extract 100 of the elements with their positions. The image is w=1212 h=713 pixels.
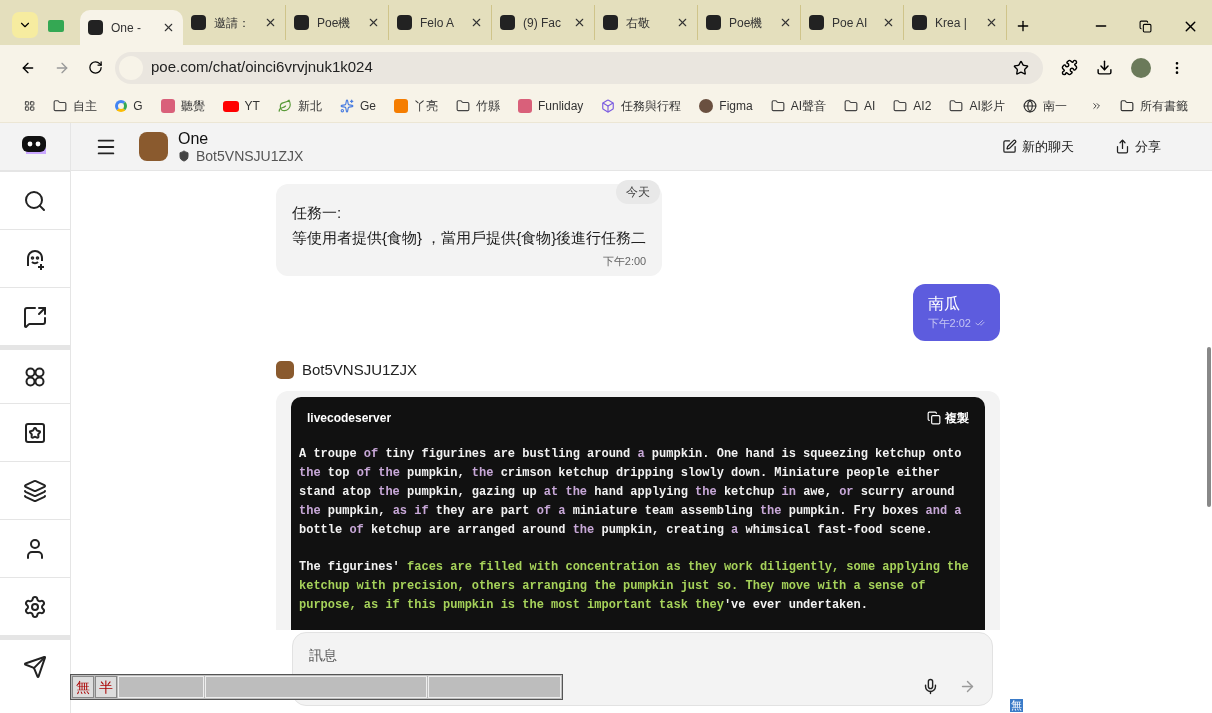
pen-icon	[1002, 139, 1017, 154]
download-icon[interactable]	[1096, 59, 1113, 76]
favicon-icon	[500, 15, 515, 30]
blog-icon	[393, 99, 408, 113]
message-text: 任務一:	[292, 203, 343, 223]
folder-icon	[53, 99, 68, 113]
read-check-icon	[975, 318, 985, 329]
ime-mode[interactable]: 無	[72, 676, 94, 698]
folder-icon	[844, 99, 858, 113]
scrollbar-thumb[interactable]	[1207, 347, 1211, 507]
bookmark[interactable]: AI影片	[949, 97, 1005, 115]
browser-tab[interactable]: One -	[80, 10, 183, 45]
settings-icon[interactable]	[23, 594, 47, 619]
favicon-icon	[294, 15, 309, 30]
star-box-icon[interactable]	[23, 420, 47, 445]
bookmark[interactable]: 新北	[277, 97, 322, 115]
bookmark[interactable]: Figma	[699, 97, 753, 115]
close-icon[interactable]	[264, 16, 277, 29]
favicon-icon	[397, 15, 412, 30]
bookmark[interactable]: 任務與行程	[601, 97, 682, 115]
folder-icon	[770, 99, 785, 113]
search-icon[interactable]	[23, 188, 47, 213]
tab-title: 邀請：	[214, 14, 251, 32]
bookmark-label: AI聲音	[790, 98, 826, 115]
reload-icon[interactable]	[88, 60, 103, 75]
cube-icon	[601, 99, 616, 113]
send-icon[interactable]	[23, 654, 47, 679]
tab-title: (9) Fac	[523, 14, 562, 32]
message-field[interactable]: 訊息	[309, 645, 976, 666]
message-time: 下午2:02	[927, 316, 971, 331]
browser-tab[interactable]: (9) Fac	[492, 5, 595, 40]
bookmark-label: 所有書籤	[1140, 98, 1188, 115]
new-chat-button[interactable]: 新的聊天	[1002, 136, 1074, 157]
bookmark[interactable]: Funliday	[517, 97, 584, 115]
bookmark[interactable]: 聽覺	[160, 97, 205, 115]
share-icon	[1115, 139, 1130, 154]
close-icon[interactable]	[676, 16, 689, 29]
tab-list-button[interactable]	[12, 12, 38, 38]
bookmark-star-icon[interactable]	[1013, 59, 1029, 76]
apps-grid-icon[interactable]	[24, 99, 36, 113]
folder-icon	[893, 99, 908, 113]
bookmark[interactable]: 竹縣	[455, 97, 500, 115]
address-text: poe.com/chat/oinci6vrvjnuk1k024	[151, 57, 374, 78]
bookmark[interactable]: AI	[844, 97, 876, 115]
bookmark[interactable]: Ge	[339, 97, 376, 115]
close-icon[interactable]	[985, 16, 998, 29]
bookmark-label: Funliday	[537, 98, 584, 115]
share-button[interactable]: 分享	[1115, 136, 1161, 157]
favicon-icon	[809, 15, 824, 30]
bookmark-label: 新北	[297, 98, 322, 115]
bookmark-label: G	[133, 98, 143, 115]
browser-tab[interactable]: Poe機	[698, 5, 801, 40]
tray-ime-label[interactable]: 無	[1010, 699, 1023, 712]
send-arrow-icon[interactable]	[959, 678, 976, 695]
bot-name: Bot5VNSJU1ZJX	[302, 359, 418, 380]
bookmark[interactable]: AI2	[893, 97, 932, 115]
browser-tab[interactable]: Poe AI	[801, 5, 904, 40]
bookmark[interactable]: AI聲音	[770, 97, 826, 115]
close-icon[interactable]	[779, 16, 792, 29]
globe-icon	[1022, 99, 1037, 113]
tab-title: One -	[111, 19, 142, 37]
browser-tab[interactable]: Poe機	[286, 5, 389, 40]
browser-tab[interactable]: Felo A	[389, 5, 492, 40]
bookmark[interactable]: 所有書籤	[1120, 97, 1188, 115]
bookmark[interactable]: 自主	[53, 97, 98, 115]
message-text: 等使用者提供{食物} ，當用戶提供{食物}後進行任務二	[292, 228, 647, 248]
browser-tab[interactable]: 邀請：	[183, 5, 286, 40]
tab-title: Krea |	[935, 14, 968, 32]
bookmark-label: 丫亮	[413, 98, 438, 115]
ime-width[interactable]: 半	[95, 676, 117, 698]
favicon-icon	[912, 15, 927, 30]
layers-icon[interactable]	[23, 478, 47, 503]
bookmark-label: AI	[864, 98, 876, 115]
favicon-icon	[191, 15, 206, 30]
microphone-icon[interactable]	[922, 678, 939, 695]
copy-button[interactable]: 複製	[927, 409, 969, 427]
favicon-icon	[603, 15, 618, 30]
shield-icon	[178, 150, 190, 162]
sparkle-icon	[339, 99, 354, 113]
address-bar[interactable]: poe.com/chat/oinci6vrvjnuk1k024	[115, 51, 1043, 84]
tab-title: Poe機	[729, 14, 764, 32]
bookmark-label: Ge	[359, 98, 376, 115]
close-icon[interactable]	[367, 16, 380, 29]
profile-avatar[interactable]	[1131, 57, 1151, 78]
favicon-icon	[706, 15, 721, 30]
bookmark[interactable]: YT	[222, 97, 260, 115]
extension-icon[interactable]	[1061, 59, 1078, 76]
restore-icon[interactable]	[1139, 20, 1152, 33]
avatar-icon	[699, 99, 714, 113]
bookmark[interactable]: 南一	[1022, 97, 1067, 115]
close-icon[interactable]	[882, 16, 895, 29]
browser-tab[interactable]: 右敬	[595, 5, 698, 40]
close-icon[interactable]	[162, 21, 175, 34]
close-icon[interactable]	[573, 16, 586, 29]
close-icon[interactable]	[470, 16, 483, 29]
bookmark[interactable]: G	[115, 97, 143, 115]
browser-tab[interactable]: Krea |	[904, 5, 1007, 40]
bookmark[interactable]: 丫亮	[393, 97, 438, 115]
chat-icon[interactable]	[23, 304, 47, 329]
new-tab-icon[interactable]	[1015, 18, 1031, 34]
